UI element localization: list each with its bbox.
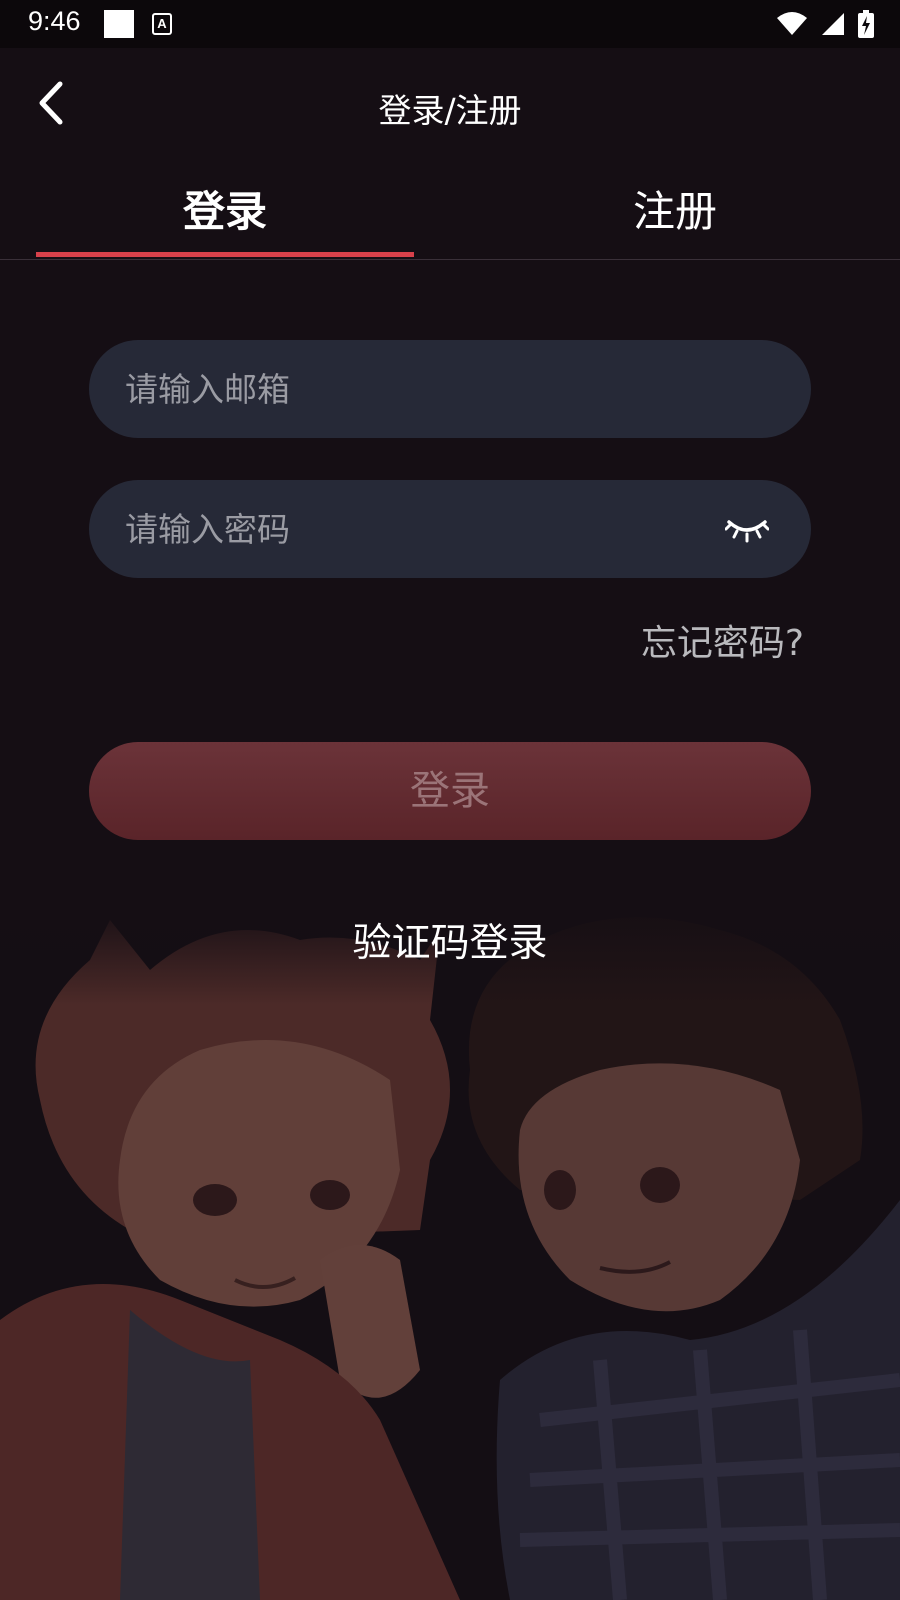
eye-closed-icon (724, 520, 770, 543)
status-icons (776, 9, 874, 39)
app-header: 登录/注册 (0, 48, 900, 156)
tab-register[interactable]: 注册 (450, 178, 900, 239)
auth-tabs: 登录 注册 (0, 156, 900, 260)
email-field-container (89, 340, 811, 438)
wifi-icon (777, 12, 807, 35)
password-input[interactable] (125, 480, 725, 578)
battery-charging-icon (858, 10, 874, 38)
a-indicator-icon: A (152, 13, 172, 35)
password-field-container (89, 480, 811, 578)
password-visibility-toggle[interactable] (724, 514, 770, 544)
page-title: 登录/注册 (378, 91, 522, 130)
background-illustration (0, 900, 900, 1600)
email-input[interactable] (125, 340, 725, 438)
code-login-link[interactable]: 验证码登录 (0, 912, 900, 968)
forgot-password-link[interactable]: 忘记密码? (641, 614, 804, 666)
tab-login[interactable]: 登录 (0, 178, 450, 239)
status-time: 9:46 (28, 6, 81, 36)
signal-icon (822, 13, 844, 35)
tab-active-indicator (36, 252, 414, 257)
notification-square-icon (104, 10, 134, 38)
status-bar: 9:46 A (0, 0, 900, 48)
login-submit-button[interactable]: 登录 (89, 742, 811, 840)
